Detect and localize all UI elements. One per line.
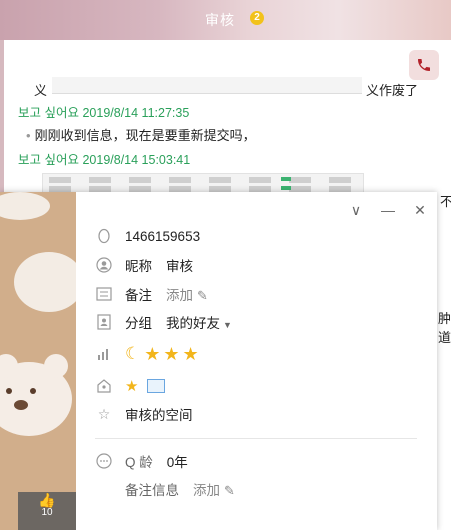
star-icon[interactable]: ★ bbox=[183, 344, 199, 365]
image-fragment[interactable] bbox=[52, 77, 362, 94]
remark-info-add-text: 添加 bbox=[193, 483, 220, 498]
message-time: 2019/8/14 11:27:35 bbox=[82, 106, 190, 120]
remark-add-text: 添加 bbox=[166, 288, 193, 303]
nickname-value: 审核 bbox=[166, 259, 193, 274]
dropdown-arrow-icon: ▼ bbox=[223, 320, 232, 330]
more-icon bbox=[95, 452, 113, 470]
contact-card-icon bbox=[95, 313, 113, 331]
message-header: 보고 싶어요 2019/8/14 15:03:41 bbox=[18, 149, 190, 168]
message-time: 2019/8/14 15:03:41 bbox=[82, 153, 191, 167]
penguin-icon bbox=[95, 227, 113, 245]
pencil-icon: ✎ bbox=[224, 483, 235, 498]
qq-number: 1466159653 bbox=[125, 228, 201, 244]
phone-call-button[interactable] bbox=[409, 50, 439, 80]
group-row: 分组 我的好友 ▼ bbox=[95, 310, 232, 334]
message-header: 보고 싶어요 2019/8/14 11:27:35 bbox=[18, 102, 189, 121]
house-icon bbox=[95, 377, 113, 395]
like-count: 10 bbox=[41, 507, 53, 518]
remark-info-add-link[interactable]: 添加 ✎ bbox=[193, 479, 235, 499]
nickname-label: 昵称 bbox=[125, 259, 152, 274]
background-text-fragment: 不 bbox=[440, 194, 451, 209]
space-link[interactable]: 审核的空间 bbox=[125, 404, 193, 424]
remark-add-link[interactable]: 添加 ✎ bbox=[166, 284, 208, 304]
moon-icon[interactable]: ☾ bbox=[125, 344, 140, 364]
profile-cover-image: 👍 10 bbox=[0, 192, 76, 530]
level-chart-icon bbox=[95, 345, 113, 363]
thumbs-up-icon: 👍 bbox=[38, 492, 56, 508]
remark-info-label: 备注信息 bbox=[125, 483, 179, 498]
close-icon[interactable]: ✕ bbox=[413, 202, 427, 219]
chat-title: 审核 bbox=[205, 12, 235, 28]
message-fragment-left: 义 bbox=[34, 83, 48, 98]
message-text: • 刚刚收到信息，现在是要重新提交吗， bbox=[26, 125, 256, 144]
divider bbox=[95, 438, 417, 439]
chevron-down-icon[interactable]: ∨ bbox=[349, 202, 363, 219]
window-controls: ∨ — ✕ bbox=[349, 202, 427, 219]
qage-row: Q 龄 0年 bbox=[95, 449, 188, 473]
remark-info-row: 备注信息 添加 ✎ bbox=[125, 477, 235, 501]
group-label: 分组 bbox=[125, 316, 152, 331]
star-badge-icon[interactable]: ★ bbox=[125, 377, 138, 395]
bullet-icon: • bbox=[26, 128, 31, 143]
remark-label: 备注 bbox=[125, 288, 152, 303]
id-card-icon bbox=[95, 285, 113, 303]
star-icon[interactable]: ★ bbox=[163, 344, 179, 365]
sender-name[interactable]: 보고 싶어요 bbox=[18, 106, 79, 120]
profile-card: 👍 10 ∨ — ✕ 1466159653 昵称 审核 备注 添加 ✎ 分组 我的… bbox=[0, 192, 437, 530]
qq-number-row: 1466159653 bbox=[95, 224, 200, 248]
minimize-icon[interactable]: — bbox=[381, 202, 395, 219]
mail-badge-icon[interactable] bbox=[147, 379, 166, 393]
chat-history-panel: 义 义作废了 보고 싶어요 2019/8/14 11:27:35 • 刚刚收到信息… bbox=[4, 40, 451, 203]
user-icon bbox=[95, 256, 113, 274]
remark-row: 备注 添加 ✎ bbox=[95, 282, 208, 306]
space-row: ☆ 审核的空间 bbox=[95, 402, 193, 426]
phone-icon bbox=[418, 59, 430, 71]
qage-value: 0年 bbox=[166, 455, 188, 470]
pencil-icon: ✎ bbox=[197, 288, 208, 303]
level-badge: 2 bbox=[250, 11, 264, 25]
star-outline-icon: ☆ bbox=[97, 405, 111, 422]
level-row: ☾ ★ ★ ★ bbox=[95, 342, 202, 366]
star-icon[interactable]: ★ bbox=[144, 344, 160, 365]
message-body: 刚刚收到信息，现在是要重新提交吗， bbox=[34, 128, 256, 143]
message-fragment-right: 义作废了 bbox=[366, 83, 419, 98]
like-button[interactable]: 👍 10 bbox=[18, 492, 76, 530]
group-value: 我的好友 bbox=[166, 316, 220, 331]
background-text-fragment: 肿道 bbox=[438, 311, 451, 345]
group-select[interactable]: 我的好友 ▼ bbox=[166, 312, 232, 332]
chat-window-title-bar: 审核 2 bbox=[0, 0, 451, 40]
qage-label: Q 龄 bbox=[125, 455, 153, 470]
badges-row: ★ bbox=[95, 374, 166, 398]
sender-name[interactable]: 보고 싶어요 bbox=[18, 153, 79, 167]
nickname-row: 昵称 审核 bbox=[95, 253, 193, 277]
